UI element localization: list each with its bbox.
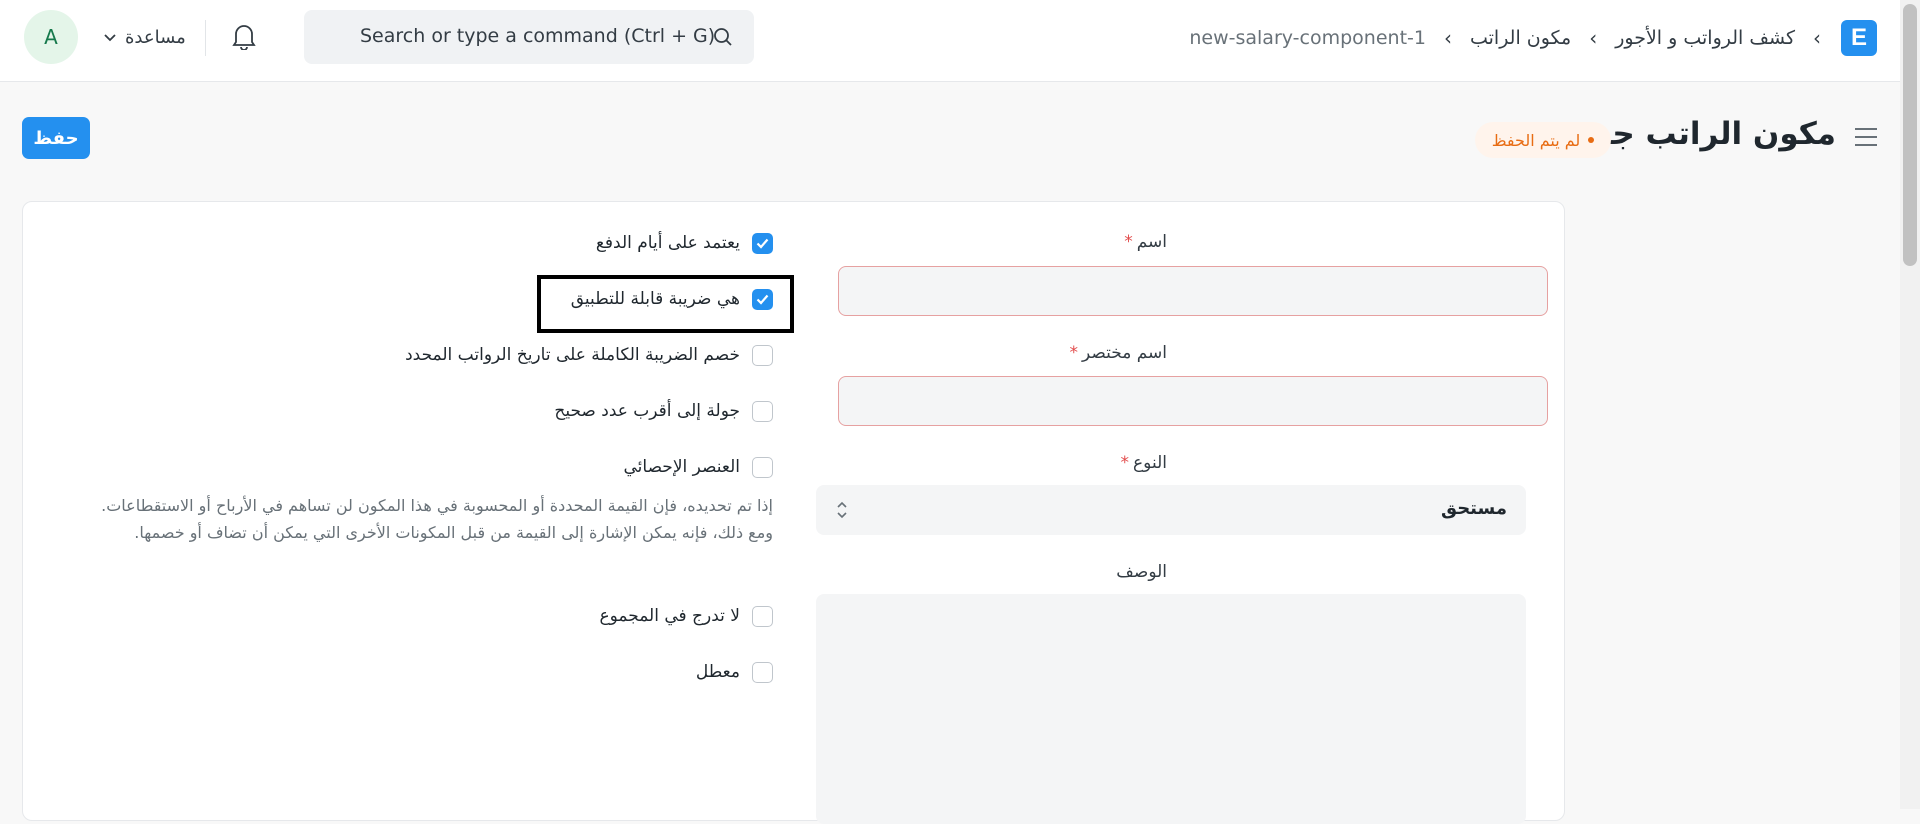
save-button[interactable]: حفظ bbox=[22, 117, 90, 159]
abbr-label-text: اسم مختصر bbox=[1081, 343, 1167, 363]
checkbox-disabled[interactable]: معطل bbox=[696, 659, 773, 685]
abbr-label: اسم مختصر* bbox=[1069, 343, 1167, 363]
navbar: E › كشف الرواتب و الأجور › مكون الراتب ›… bbox=[0, 0, 1900, 82]
avatar[interactable]: A bbox=[24, 10, 78, 64]
help-label: مساعدة bbox=[125, 26, 186, 48]
checkbox-label: لا تدرج في المجموع bbox=[599, 606, 741, 626]
checkbox[interactable] bbox=[752, 400, 773, 422]
checkbox-label: جولة إلى أقرب عدد صحيح bbox=[554, 401, 740, 421]
required-mark: * bbox=[1120, 453, 1130, 473]
breadcrumb-current: new-salary-component-1 bbox=[1189, 27, 1426, 49]
breadcrumb-salary-component[interactable]: مكون الراتب bbox=[1470, 27, 1571, 49]
checkbox-do-not-include-in-total[interactable]: لا تدرج في المجموع bbox=[599, 603, 773, 629]
name-input[interactable] bbox=[838, 266, 1548, 316]
checkbox[interactable] bbox=[752, 605, 773, 627]
search-input[interactable]: Search or type a command (Ctrl + G) bbox=[360, 25, 715, 47]
description-textarea[interactable] bbox=[816, 594, 1526, 824]
checkbox-depends-on-payment-days[interactable]: يعتمد على أيام الدفع bbox=[596, 230, 773, 256]
checkbox[interactable] bbox=[752, 344, 773, 366]
status-badge: لم يتم الحفظ bbox=[1475, 122, 1611, 158]
select-arrows-icon bbox=[836, 499, 848, 525]
bell-icon[interactable] bbox=[231, 22, 257, 54]
name-label: اسم* bbox=[1124, 232, 1167, 252]
statistical-component-description: إذا تم تحديده، فإن القيمة المحددة أو الم… bbox=[101, 496, 773, 542]
search-icon bbox=[712, 26, 734, 52]
menu-icon[interactable] bbox=[1853, 126, 1879, 152]
checkbox[interactable] bbox=[752, 456, 773, 478]
app-logo[interactable]: E bbox=[1841, 20, 1877, 56]
breadcrumb-separator: › bbox=[1813, 26, 1821, 50]
checkbox[interactable] bbox=[752, 661, 773, 683]
chevron-down-icon bbox=[103, 27, 117, 48]
required-mark: * bbox=[1069, 343, 1078, 363]
breadcrumb-separator: › bbox=[1589, 26, 1598, 50]
checkbox-label: معطل bbox=[695, 662, 740, 682]
type-select[interactable]: مستحق bbox=[816, 485, 1526, 535]
checkbox-label: خصم الضريبة الكاملة على تاريخ الرواتب ال… bbox=[405, 345, 740, 365]
name-label-text: اسم bbox=[1136, 232, 1167, 252]
checkbox-round-to-nearest-integer[interactable]: جولة إلى أقرب عدد صحيح bbox=[554, 398, 773, 424]
breadcrumb-separator: › bbox=[1443, 26, 1452, 50]
checkbox[interactable] bbox=[752, 232, 773, 254]
checkbox-label: العنصر الإحصائي bbox=[623, 457, 740, 477]
breadcrumb-payroll[interactable]: كشف الرواتب و الأجور bbox=[1615, 27, 1795, 49]
navbar-divider bbox=[205, 20, 206, 56]
type-select-value: مستحق bbox=[1440, 498, 1507, 519]
highlight-box bbox=[537, 275, 794, 333]
breadcrumb: › كشف الرواتب و الأجور › مكون الراتب › n… bbox=[1189, 20, 1821, 56]
checkbox-deduct-full-tax[interactable]: خصم الضريبة الكاملة على تاريخ الرواتب ال… bbox=[405, 342, 773, 368]
type-label-text: النوع bbox=[1133, 453, 1167, 473]
abbr-input[interactable] bbox=[838, 376, 1548, 426]
help-dropdown[interactable]: مساعدة bbox=[103, 22, 186, 52]
scrollbar-thumb[interactable] bbox=[1903, 4, 1917, 266]
checkbox-label: يعتمد على أيام الدفع bbox=[595, 233, 740, 253]
status-dot bbox=[1588, 137, 1595, 143]
required-mark: * bbox=[1124, 232, 1133, 252]
scrollbar[interactable] bbox=[1900, 0, 1920, 809]
checkbox-statistical-component[interactable]: العنصر الإحصائي bbox=[623, 454, 773, 480]
description-label: الوصف bbox=[1116, 562, 1167, 582]
type-label: النوع* bbox=[1121, 453, 1167, 473]
search-bar[interactable]: Search or type a command (Ctrl + G) bbox=[304, 10, 754, 64]
status-text: لم يتم الحفظ bbox=[1491, 130, 1581, 150]
check-icon bbox=[756, 238, 769, 249]
